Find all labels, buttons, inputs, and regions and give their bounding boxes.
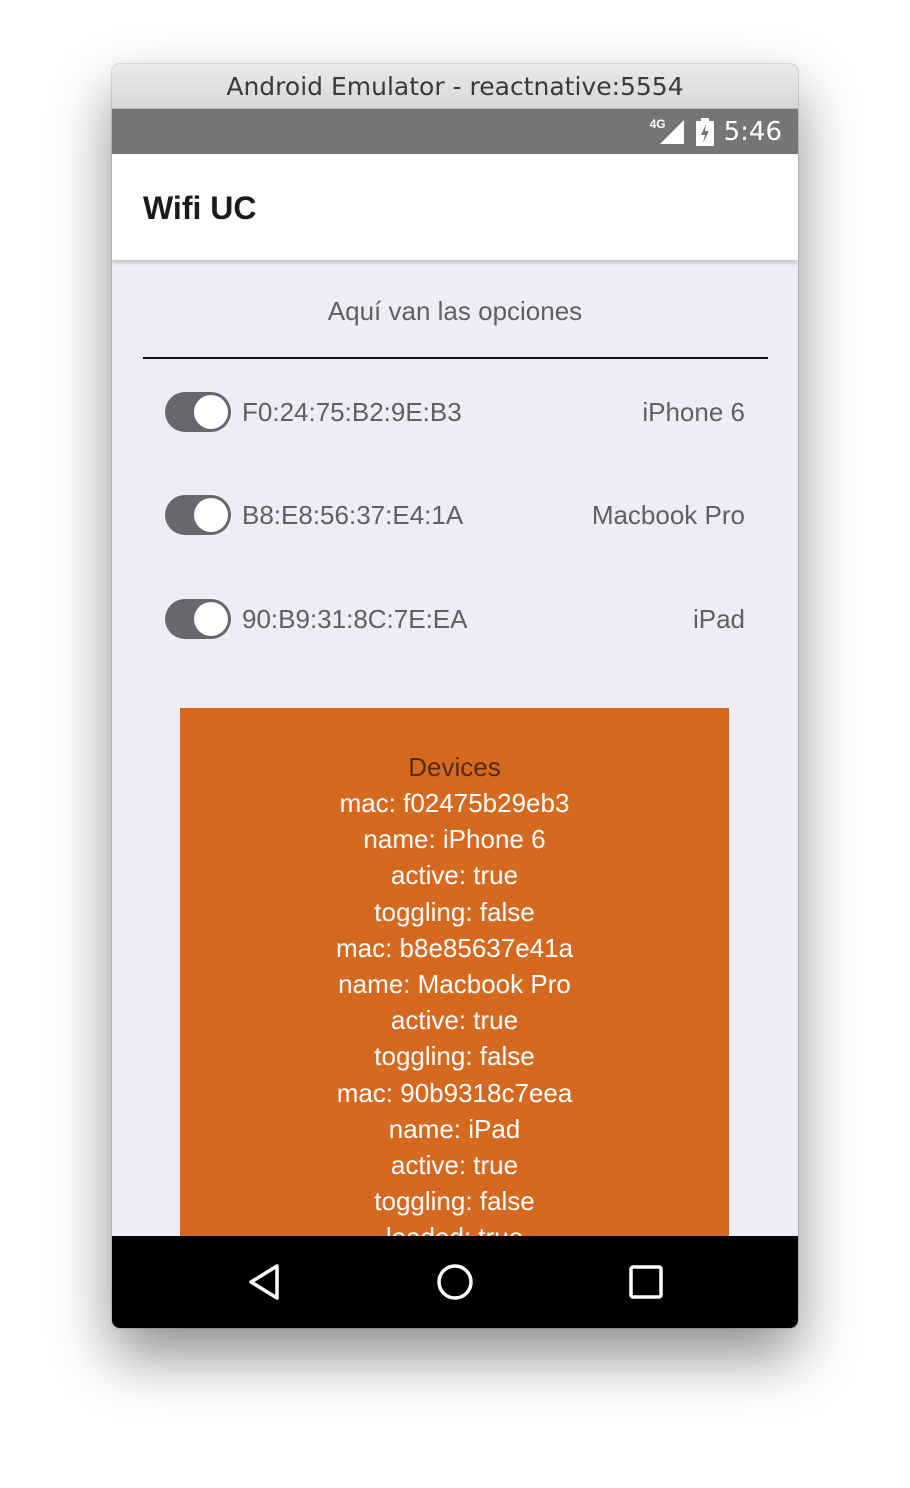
app-bar: Wifi UC [112,154,798,260]
panel-line: toggling: false [374,896,535,927]
panel-line: name: iPad [388,1113,521,1144]
device-name: Macbook Pro [591,500,745,530]
options-header: Aquí van las opciones [327,296,583,326]
device-name: iPad [692,604,745,634]
status-icons: 4G 5:46 [650,109,782,154]
network-type-label: 4G [649,116,666,131]
devices-debug-panel: Devices mac: f02475b29eb3 name: iPhone 6… [180,708,729,1236]
device-mac: 90:B9:31:8C:7E:EA [242,604,468,634]
window-title: Android Emulator - reactnative:5554 [112,64,798,109]
back-icon[interactable] [245,1262,285,1302]
device-row: B8:E8:56:37:E4:1A Macbook Pro [165,492,745,538]
toggle-knob [194,498,228,532]
divider [143,357,768,359]
recents-icon[interactable] [626,1262,666,1302]
panel-line: mac: b8e85637e41a [335,932,574,963]
device-name: iPhone 6 [642,397,745,427]
device-toggle-switch[interactable] [165,599,231,639]
devices-panel-lines: mac: f02475b29eb3 name: iPhone 6 active:… [180,785,729,1236]
device-toggle-switch[interactable] [165,392,231,432]
panel-line: active: true [390,1150,519,1181]
devices-panel-title: Devices [408,752,501,782]
battery-icon [695,117,714,146]
panel-line: name: Macbook Pro [338,969,571,1000]
toggle-knob [194,395,228,429]
device-row: 90:B9:31:8C:7E:EA iPad [165,596,745,642]
panel-line: active: true [390,860,519,891]
home-icon[interactable] [435,1262,475,1302]
device-row: F0:24:75:B2:9E:B3 iPhone 6 [165,389,745,435]
panel-line: toggling: false [374,1186,535,1217]
signal-icon: 4G [649,116,686,146]
main-content[interactable]: Aquí van las opciones F0:24:75:B2:9E:B3 … [112,260,798,1236]
device-toggle-switch[interactable] [165,495,231,535]
panel-line: active: true [390,1005,519,1036]
android-nav-bar [112,1236,798,1328]
app-title: Wifi UC [143,190,257,226]
panel-line: mac: 90b9318c7eea [336,1077,573,1108]
panel-line: loaded: true [180,1219,729,1236]
status-clock: 5:46 [723,116,782,147]
device-mac: F0:24:75:B2:9E:B3 [242,397,462,427]
panel-line: toggling: false [374,1041,535,1072]
status-bar: 4G 5:46 [112,109,798,154]
panel-line: name: iPhone 6 [363,824,546,855]
panel-line: mac: f02475b29eb3 [339,788,570,818]
toggle-knob [194,602,228,636]
emulator-window: Android Emulator - reactnative:5554 4G 5… [112,64,798,1328]
device-mac: B8:E8:56:37:E4:1A [242,500,464,530]
